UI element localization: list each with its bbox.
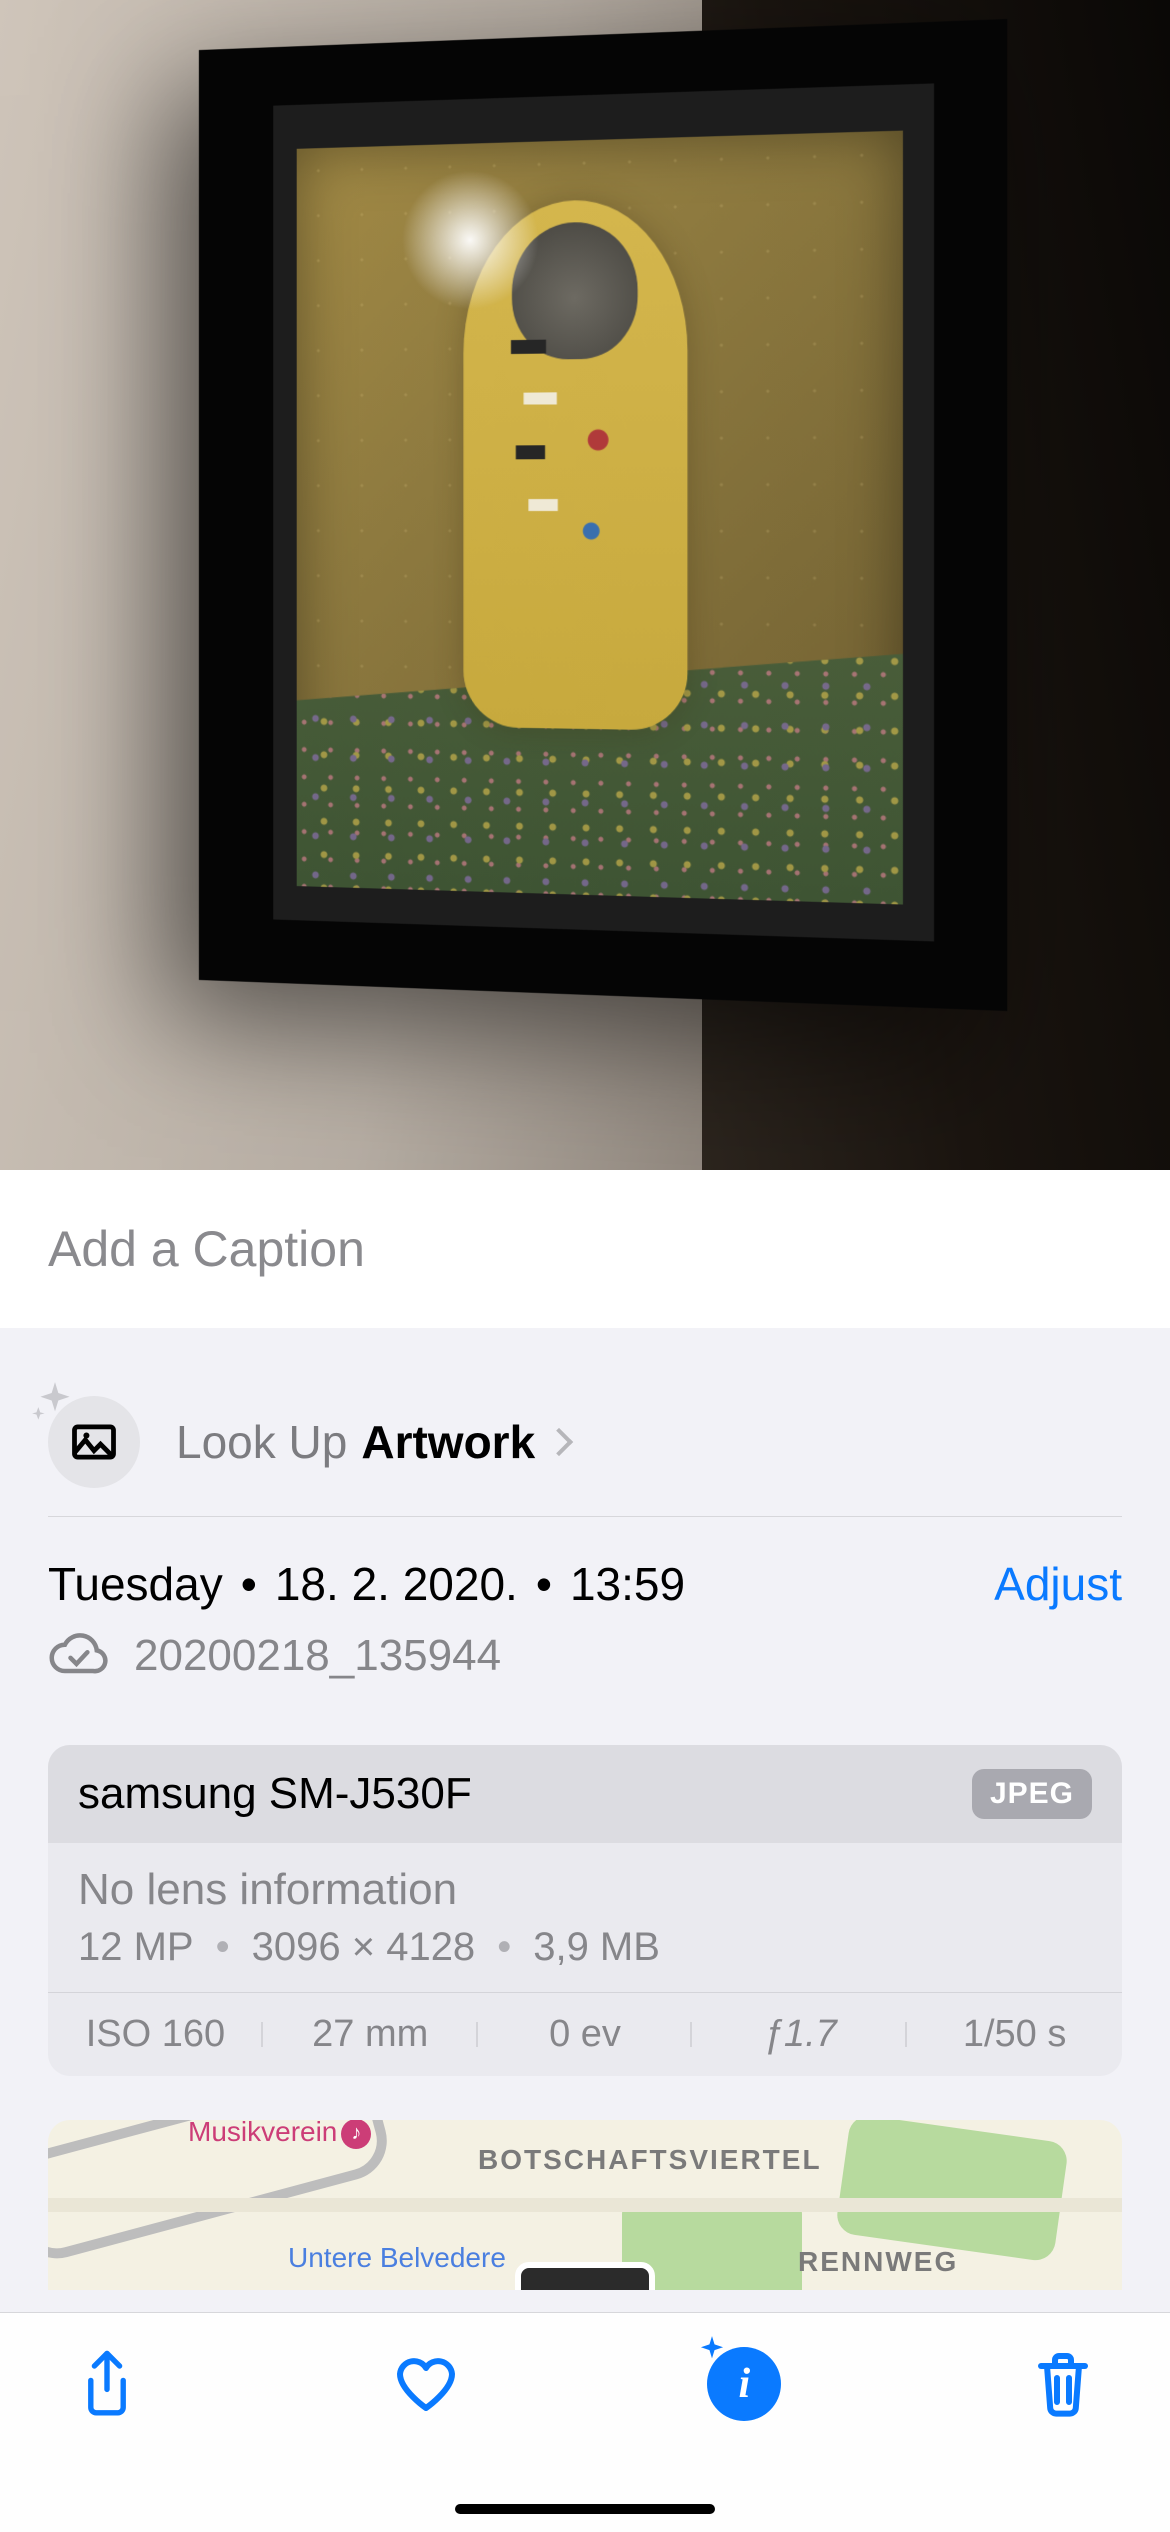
- spec-iso: ISO 160: [48, 2013, 263, 2056]
- map-poi-belvedere: Untere Belvedere: [288, 2242, 506, 2274]
- home-indicator[interactable]: [455, 2504, 715, 2514]
- sparkle-icon: [30, 1378, 80, 1433]
- map-district-2: RENNWEG: [798, 2246, 958, 2278]
- photo-datetime: Tuesday• 18. 2. 2020.• 13:59: [48, 1557, 685, 1611]
- caption-field[interactable]: Add a Caption: [0, 1170, 1170, 1328]
- camera-model: samsung SM-J530F: [78, 1769, 472, 1819]
- delete-button[interactable]: [1026, 2347, 1100, 2421]
- lookup-badge: [48, 1396, 140, 1488]
- format-badge: JPEG: [972, 1769, 1092, 1819]
- bottom-toolbar: i: [0, 2312, 1170, 2532]
- map-poi-musikverein: Musikverein♪: [188, 2120, 371, 2149]
- caption-placeholder: Add a Caption: [48, 1220, 365, 1278]
- sparkle-icon: [693, 2333, 731, 2376]
- info-button[interactable]: i: [707, 2347, 781, 2421]
- spec-shutter: 1/50 s: [907, 2013, 1122, 2056]
- framed-painting: [199, 19, 1007, 1011]
- lookup-label: Look Up Artwork: [176, 1415, 569, 1469]
- favorite-button[interactable]: [389, 2347, 463, 2421]
- exif-card: samsung SM-J530F JPEG No lens informatio…: [48, 1745, 1122, 2076]
- info-icon: i: [738, 2360, 750, 2408]
- spec-focal-length: 27 mm: [263, 2013, 478, 2056]
- map-photo-thumb: [515, 2262, 655, 2290]
- spec-exposure-bias: 0 ev: [478, 2013, 693, 2056]
- share-button[interactable]: [70, 2347, 144, 2421]
- lens-info: No lens information: [78, 1865, 1092, 1915]
- dimensions-line: 12 MP• 3096 × 4128• 3,9 MB: [78, 1925, 1092, 1970]
- location-map[interactable]: Musikverein♪ BOTSCHAFTSVIERTEL Untere Be…: [48, 2120, 1122, 2290]
- cloud-check-icon: [48, 1632, 108, 1680]
- lookup-artwork-row[interactable]: Look Up Artwork: [48, 1368, 1122, 1517]
- chevron-right-icon: [545, 1428, 573, 1456]
- photo-preview[interactable]: [0, 0, 1170, 1170]
- spec-aperture: ƒ1.7: [692, 2013, 907, 2056]
- photo-info-sheet[interactable]: Look Up Artwork Tuesday• 18. 2. 2020.• 1…: [0, 1328, 1170, 2312]
- adjust-button[interactable]: Adjust: [994, 1557, 1122, 1611]
- source-filename: 20200218_135944: [134, 1631, 501, 1681]
- map-district-1: BOTSCHAFTSVIERTEL: [478, 2144, 822, 2176]
